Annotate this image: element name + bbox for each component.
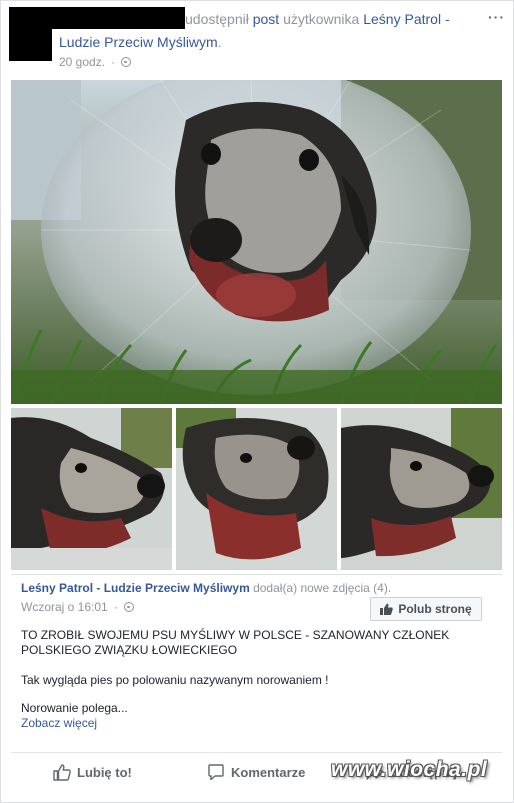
comment-button[interactable]: Komentarze (207, 764, 305, 781)
post-link[interactable]: post (253, 11, 279, 27)
photo-main[interactable] (11, 80, 502, 404)
globe-icon (121, 57, 132, 67)
more-options-button[interactable]: ··· (488, 9, 505, 25)
dog-cone-photo (11, 80, 502, 404)
shared-text-truncated: Norowanie polega... (21, 701, 128, 715)
dog-profile-photo (341, 408, 502, 570)
page-name-link[interactable]: Leśny Patrol - (363, 11, 449, 27)
dog-side-photo (11, 408, 172, 570)
shared-time-link[interactable]: Wczoraj o 16:01 (21, 600, 108, 614)
see-more-link[interactable]: Zobacz więcej (21, 716, 97, 730)
like-page-button[interactable]: Polub stronę (370, 597, 482, 621)
of-user-text: użytkownika (283, 11, 360, 27)
page-name-link-continued[interactable]: Ludzie Przeciw Myśliwym (59, 34, 218, 50)
thumbs-up-icon (380, 603, 394, 615)
photo-thumb-2[interactable] (176, 408, 337, 570)
post-header: udostępnił post użytkownika Leśny Patrol… (185, 11, 450, 27)
shared-text-body: Tak wygląda pies po polowaniu nazywanym … (21, 673, 329, 687)
shared-text-headline: TO ZROBIŁ SWOJEMU PSU MYŚLIWY W POLSCE -… (21, 628, 450, 657)
feed-post: udostępnił post użytkownika Leśny Patrol… (0, 0, 514, 803)
thumbs-up-icon (53, 764, 71, 781)
dog-closeup-photo (176, 408, 337, 570)
watermark-logo: www.wiocha.pl (331, 758, 488, 781)
globe-icon (123, 602, 134, 612)
photo-thumb-3[interactable] (341, 408, 502, 570)
shared-post-author-line: Leśny Patrol - Ludzie Przeciw Myśliwym d… (21, 581, 391, 595)
comment-icon (208, 764, 224, 781)
timestamp-link[interactable]: 20 godz. (59, 55, 105, 69)
action-bar-divider (11, 752, 502, 753)
like-button[interactable]: Lubię to! (53, 764, 132, 781)
shared-post: Leśny Patrol - Ludzie Przeciw Myśliwym d… (11, 574, 502, 741)
redacted-user-name (9, 7, 185, 29)
post-header-line2: Ludzie Przeciw Myśliwym. (59, 34, 222, 50)
shared-author-action: dodał(a) nowe zdjęcia (4). (253, 581, 392, 595)
post-timestamp: 20 godz. · (59, 55, 132, 69)
shared-timestamp: Wczoraj o 16:01 · (21, 600, 134, 614)
photo-thumb-1[interactable] (11, 408, 172, 570)
share-action-text: udostępnił (185, 11, 249, 27)
shared-author-link[interactable]: Leśny Patrol - Ludzie Przeciw Myśliwym (21, 581, 250, 595)
